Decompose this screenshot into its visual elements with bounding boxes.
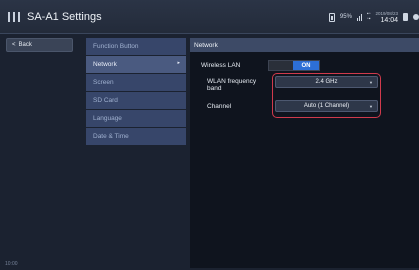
channel-value: Auto (1 Channel): [303, 103, 350, 109]
menu-item-label: Function Button: [93, 43, 139, 50]
sd-card-icon: [403, 13, 408, 21]
wlan-band-label-line2: band: [207, 85, 222, 92]
wlan-band-value: 2.4 GHz: [315, 79, 338, 85]
menu-item-function-button[interactable]: Function Button: [86, 38, 186, 55]
status-time: 14:04: [380, 17, 398, 24]
battery-icon: [328, 12, 335, 22]
menu-item-label: Network: [93, 61, 117, 68]
menu-icon[interactable]: [6, 10, 22, 24]
menu-item-sd-card[interactable]: SD Card: [86, 92, 186, 109]
wlan-band-select[interactable]: 2.4 GHz ▼: [275, 76, 378, 88]
back-button[interactable]: < Back: [6, 38, 73, 52]
caret-down-icon: ▼: [369, 104, 373, 109]
chevron-right-icon: ▸: [177, 60, 180, 66]
menu-item-date-time[interactable]: Date & Time: [86, 128, 186, 145]
channel-label: Channel: [207, 103, 232, 110]
menu-item-network[interactable]: Network ▸: [86, 56, 186, 73]
highlight-frame: 2.4 GHz ▼ Auto (1 Channel) ▼: [272, 73, 381, 118]
caret-down-icon: ▼: [369, 80, 373, 85]
wlan-band-label-line1: WLAN frequency: [207, 78, 257, 85]
network-panel: Network Wireless LAN ON WLAN frequency b…: [190, 38, 419, 268]
menu-item-label: SD Card: [93, 97, 118, 104]
menu-item-label: Screen: [93, 79, 114, 86]
location-pin-icon: [413, 14, 419, 20]
menu-item-label: Language: [93, 115, 122, 122]
status-date: 2019/08/23: [375, 11, 398, 16]
network-status-icon: ▪▫ ▫▪: [366, 11, 371, 22]
status-bar: 95% ▪▫ ▫▪ 2019/08/23 14:04: [328, 10, 419, 24]
date-time: 2019/08/23 14:04: [375, 10, 398, 24]
app-title: SA-A1 Settings: [27, 11, 102, 23]
top-bar: SA-A1 Settings 95% ▪▫ ▫▪ 2019/08/23 14:04: [0, 0, 419, 34]
chevron-left-icon: <: [12, 42, 16, 48]
menu-item-label: Date & Time: [93, 133, 129, 140]
back-button-label: Back: [18, 42, 32, 48]
wireless-lan-toggle[interactable]: ON: [268, 60, 320, 71]
panel-title: Network: [190, 38, 419, 52]
toggle-on-label: ON: [293, 61, 319, 70]
channel-select[interactable]: Auto (1 Channel) ▼: [275, 100, 378, 112]
signal-bars-icon: [356, 13, 362, 21]
battery-percent: 95%: [339, 14, 352, 20]
wlan-band-label: WLAN frequency band: [207, 78, 256, 92]
wireless-lan-label: Wireless LAN: [201, 62, 241, 69]
menu-item-language[interactable]: Language: [86, 110, 186, 127]
settings-menu: Function Button Network ▸ Screen SD Card …: [86, 38, 186, 146]
wireless-lan-row: Wireless LAN ON: [190, 60, 419, 72]
menu-item-screen[interactable]: Screen: [86, 74, 186, 91]
footer-time: 10:00: [5, 261, 18, 267]
